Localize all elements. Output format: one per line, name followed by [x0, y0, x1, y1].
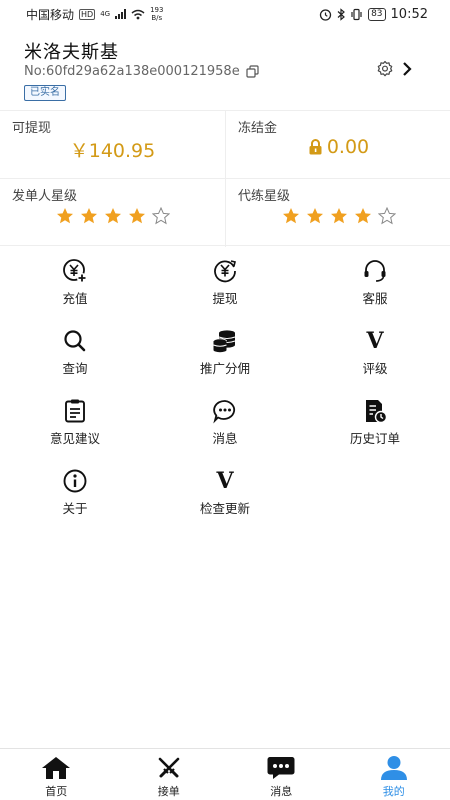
frozen-balance[interactable]: 冻结金 0.00: [225, 111, 450, 179]
frozen-label: 冻结金: [238, 121, 278, 136]
frozen-value: 0.00: [326, 136, 370, 158]
publisher-rating-label: 发单人星级: [12, 189, 78, 204]
user-icon: [379, 755, 409, 781]
status-bar: 中国移动 HD 4G 193 B/s 83 10:52: [0, 0, 450, 28]
star-filled-icon: [330, 208, 347, 224]
menu-item-messages[interactable]: 消息: [150, 386, 300, 456]
tab-mine[interactable]: 我的: [338, 749, 450, 800]
bottom-tab-bar: 首页 接单 消息 我的: [0, 748, 450, 800]
frozen-value-row: 0.00: [226, 136, 450, 158]
network-speed: 193 B/s: [150, 6, 163, 22]
withdrawable-label: 可提现: [12, 121, 52, 136]
speed-unit: B/s: [151, 14, 163, 22]
menu-item-check-update[interactable]: V 检查更新: [150, 456, 300, 526]
menu-label: 客服: [362, 291, 388, 306]
account-stats: 可提现 ￥140.95 冻结金 0.00 发单人星级 代练星级: [0, 110, 450, 247]
copy-icon[interactable]: [246, 65, 259, 78]
tab-label: 我的: [382, 785, 405, 798]
carrier-name: 中国移动: [26, 7, 75, 22]
search-icon: [62, 328, 88, 354]
info-icon: [62, 468, 88, 494]
menu-label: 提现: [212, 291, 238, 306]
profile-actions: [376, 60, 412, 78]
user-name: 米洛夫斯基: [24, 42, 119, 63]
message-icon: [266, 755, 296, 781]
home-icon: [41, 755, 71, 781]
star-filled-icon: [306, 208, 323, 224]
publisher-rating: 发单人星级: [0, 179, 225, 247]
battery-indicator: 83: [368, 7, 386, 21]
booster-rating: 代练星级: [225, 179, 450, 247]
withdraw-icon: [212, 258, 238, 284]
star-filled-icon: [104, 208, 121, 224]
coins-icon: [212, 328, 238, 354]
swords-icon: [154, 755, 184, 781]
star-empty-icon: [377, 207, 396, 225]
history-order-icon: [362, 398, 388, 424]
vibrate-icon: [351, 8, 362, 20]
tab-home[interactable]: 首页: [0, 749, 113, 800]
clipboard-icon: [62, 398, 88, 424]
chat-icon: [212, 398, 238, 424]
lock-icon: [309, 139, 322, 155]
menu-label: 检查更新: [199, 501, 250, 516]
star-filled-icon: [80, 208, 97, 224]
menu-label: 意见建议: [49, 431, 100, 446]
menu-item-query[interactable]: 查询: [0, 316, 150, 386]
speed-value: 193: [150, 6, 164, 14]
menu-item-referral-commission[interactable]: 推广分佣: [150, 316, 300, 386]
booster-rating-stars: [226, 207, 450, 225]
menu-label: 历史订单: [349, 431, 400, 446]
tab-accept-orders[interactable]: 接单: [113, 749, 226, 800]
menu-item-about[interactable]: 关于: [0, 456, 150, 526]
menu-item-order-history[interactable]: 历史订单: [300, 386, 450, 456]
bluetooth-icon: [337, 7, 345, 21]
recharge-icon: [62, 258, 88, 284]
menu-label: 充值: [62, 291, 88, 306]
withdrawable-balance[interactable]: 可提现 ￥140.95: [0, 111, 225, 179]
star-filled-icon: [354, 208, 371, 224]
menu-label: 推广分佣: [199, 361, 250, 376]
profile-header: 米洛夫斯基 No:60fd29a62a138e000121958e 已实名: [0, 28, 450, 110]
chevron-right-icon[interactable]: [402, 61, 412, 77]
headset-icon: [362, 258, 388, 284]
booster-rating-label: 代练星级: [238, 189, 291, 204]
menu-item-rating[interactable]: V 评级: [300, 316, 450, 386]
tab-label: 首页: [45, 785, 68, 798]
menu-item-customer-service[interactable]: 客服: [300, 246, 450, 316]
hd-badge: HD: [79, 8, 96, 20]
user-id-row: No:60fd29a62a138e000121958e: [24, 64, 259, 79]
user-id: No:60fd29a62a138e000121958e: [24, 64, 240, 79]
tab-label: 消息: [270, 785, 293, 798]
signal-icon: [115, 9, 127, 19]
network-type: 4G: [100, 10, 111, 18]
star-filled-icon: [282, 208, 299, 224]
clock: 10:52: [390, 6, 428, 22]
verified-badge: 已实名: [24, 85, 66, 101]
alarm-icon: [319, 8, 332, 21]
tab-messages[interactable]: 消息: [225, 749, 338, 800]
menu-label: 消息: [212, 431, 238, 446]
publisher-rating-stars: [0, 207, 225, 225]
v-icon: V: [216, 468, 234, 494]
menu-label: 评级: [362, 361, 388, 376]
v-icon: V: [366, 328, 384, 354]
star-filled-icon: [56, 208, 73, 224]
star-filled-icon: [128, 208, 145, 224]
withdrawable-value: ￥140.95: [69, 140, 156, 162]
menu-item-withdraw[interactable]: 提现: [150, 246, 300, 316]
menu-label: 查询: [62, 361, 88, 376]
menu-label: 关于: [62, 501, 88, 516]
wifi-icon: [131, 9, 145, 19]
menu-item-feedback[interactable]: 意见建议: [0, 386, 150, 456]
menu-item-recharge[interactable]: 充值: [0, 246, 150, 316]
star-empty-icon: [151, 207, 170, 225]
tab-label: 接单: [157, 785, 180, 798]
settings-icon[interactable]: [376, 60, 394, 78]
